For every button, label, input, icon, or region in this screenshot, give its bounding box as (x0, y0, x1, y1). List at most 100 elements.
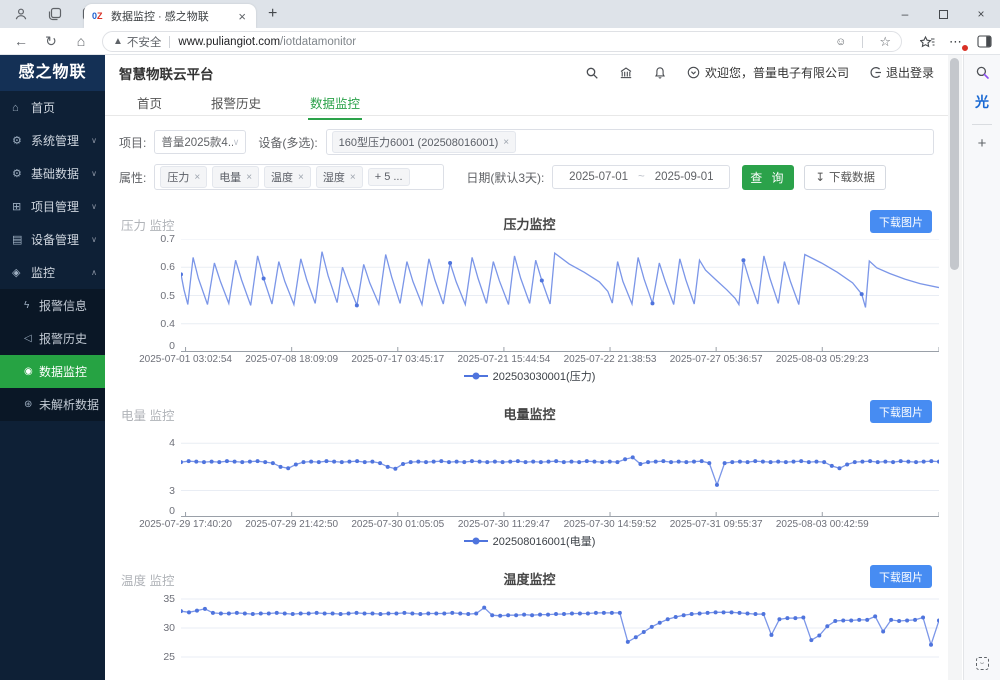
remove-tag-icon[interactable]: × (194, 172, 200, 183)
attribute-label: 属性: (119, 169, 146, 186)
date-start[interactable]: 2025-07-01 (569, 171, 628, 183)
profile-icon[interactable] (8, 3, 34, 25)
sidebar-item-system-management[interactable]: ⚙ 系统管理 ∨ (0, 124, 105, 157)
chart-block-3: 温度 监控温度监控下载图片35302520 (119, 564, 940, 680)
project-select[interactable]: 普量2025款4... ∨ (154, 130, 246, 154)
chart-plot[interactable]: 430 (181, 429, 940, 517)
gear-icon: ⚙ (12, 134, 28, 147)
tab-alarm-history[interactable]: 报警历史 (209, 90, 263, 118)
x-axis-label: 2025-07-30 11:29:47 (458, 519, 550, 530)
bell-icon[interactable] (653, 66, 667, 80)
home-button[interactable]: ⌂ (66, 33, 96, 49)
remove-tag-icon[interactable]: × (298, 172, 304, 183)
window-maximize-button[interactable] (924, 0, 962, 28)
browser-tab[interactable]: 0Z 数据监控 · 感之物联 × (84, 4, 256, 28)
date-label: 日期(默认3天): (466, 169, 544, 186)
x-axis-label: 2025-07-30 01:05:05 (351, 519, 444, 530)
enterprise-icon[interactable] (619, 66, 633, 80)
attribute-more-tag[interactable]: + 5 ... (368, 168, 410, 186)
tab-data-monitoring[interactable]: 数据监控 (308, 90, 362, 120)
main-content: 智慧物联云平台 欢迎您，普量电子有限公司 退出登录 首页 报警历史 数据监控 (105, 55, 948, 680)
x-axis-label: 2025-07-29 17:40:20 (139, 519, 232, 530)
chart-legend[interactable]: 202503030001(压力) (119, 367, 940, 385)
chevron-down-icon: ∨ (91, 136, 97, 145)
tag-icon: ◈ (12, 266, 28, 279)
logout-button[interactable]: 退出登录 (869, 64, 934, 81)
tab-close-icon[interactable]: × (236, 9, 248, 24)
chevron-down-icon: ∨ (91, 169, 97, 178)
remove-tag-icon[interactable]: × (246, 172, 252, 183)
query-button[interactable]: 查 询 (742, 165, 794, 190)
date-range-input[interactable]: 2025-07-01 ~ 2025-09-01 (552, 165, 730, 189)
rail-add-icon[interactable]: + (978, 135, 987, 152)
account-chevron-icon (687, 66, 700, 79)
attribute-tag: 压力× (160, 166, 207, 188)
sidebar-item-data-monitoring[interactable]: ◉ 数据监控 (0, 355, 105, 388)
x-axis-label: 2025-07-17 03:45:17 (351, 354, 444, 365)
y-axis-label: 0.4 (125, 318, 175, 330)
attribute-multiselect[interactable]: 压力×电量×温度×湿度×+ 5 ... (154, 164, 444, 190)
back-button[interactable]: ← (6, 33, 36, 49)
rail-search-icon[interactable] (975, 65, 990, 80)
workspaces-icon[interactable] (42, 3, 68, 25)
chart-legend[interactable]: 202508016001(电量) (119, 532, 940, 550)
x-axis-label: 2025-07-31 09:55:37 (670, 519, 763, 530)
page-scrollbar[interactable] (948, 55, 962, 680)
sidebar-item-alarm-info[interactable]: ϟ 报警信息 (0, 289, 105, 322)
collections-icon[interactable] (920, 35, 935, 49)
sidebar-item-device-management[interactable]: ▤ 设备管理 ∨ (0, 223, 105, 256)
attribute-tag: 湿度× (316, 166, 363, 188)
refresh-button[interactable]: ↻ (36, 33, 66, 50)
chart-block-1: 压力 监控压力监控下载图片0.70.60.50.402025-07-01 03:… (119, 209, 940, 385)
device-multiselect[interactable]: 160型压力6001 (202508016001) × (326, 129, 934, 155)
remove-tag-icon[interactable]: × (350, 172, 356, 183)
search-icon[interactable] (585, 66, 599, 80)
sidebar-item-monitoring[interactable]: ◈ 监控 ∧ (0, 256, 105, 289)
date-end[interactable]: 2025-09-01 (655, 171, 714, 183)
sidebar-item-alarm-history[interactable]: ◁ 报警历史 (0, 322, 105, 355)
remove-tag-icon[interactable]: × (503, 137, 509, 148)
scrollbar-thumb[interactable] (950, 58, 959, 270)
download-data-button[interactable]: ↧ 下载数据 (804, 165, 886, 190)
screenshot-icon[interactable]: ⌣ (976, 657, 989, 670)
chevron-up-icon: ∧ (91, 268, 97, 277)
browser-menu-icon[interactable]: ⋯ (949, 34, 963, 50)
tab-title: 数据监控 · 感之物联 (111, 8, 236, 24)
sidebar-item-basic-data[interactable]: ⚙ 基础数据 ∨ (0, 157, 105, 190)
url-host: www.puliangiot.com (178, 36, 280, 48)
window-close-button[interactable]: × (962, 0, 1000, 28)
account-menu[interactable]: 欢迎您，普量电子有限公司 (687, 64, 849, 81)
grid-icon: ⊞ (12, 200, 28, 213)
feedback-icon[interactable]: ☺ (835, 36, 846, 48)
favorite-star-icon[interactable]: ☆ (879, 34, 891, 50)
legend-label: 202503030001(压力) (493, 368, 596, 384)
chart-plot[interactable]: 0.70.60.50.40 (181, 239, 940, 352)
security-label[interactable]: 不安全 (127, 34, 162, 50)
tab-home[interactable]: 首页 (135, 90, 164, 118)
chart-title: 温度监控 (119, 569, 940, 588)
page-title: 智慧物联云平台 (119, 63, 214, 83)
chart-plot[interactable]: 35302520 (181, 594, 940, 680)
shield-icon: ◉ (24, 366, 39, 377)
x-axis-label: 2025-07-30 14:59:52 (564, 519, 657, 530)
new-tab-button[interactable]: + (268, 5, 277, 23)
y-axis-label: 0.6 (125, 261, 175, 273)
chart-title: 电量监控 (119, 404, 940, 423)
address-bar[interactable]: ▲ 不安全 www.puliangiot.com/iotdatamonitor … (102, 31, 902, 52)
device-tag: 160型压力6001 (202508016001) × (332, 131, 516, 153)
sidebar-item-project-management[interactable]: ⊞ 项目管理 ∨ (0, 190, 105, 223)
y-axis-label: 0.7 (125, 233, 175, 245)
browser-titlebar: 0Z 数据监控 · 感之物联 × + – × (0, 0, 1000, 28)
window-minimize-button[interactable]: – (886, 0, 924, 28)
edge-app-icon[interactable]: 光 (975, 92, 989, 112)
download-image-button[interactable]: 下载图片 (870, 565, 932, 588)
x-axis-label: 2025-07-22 21:38:53 (564, 354, 657, 365)
sidebar-item-home[interactable]: ⌂ 首页 (0, 91, 105, 124)
y-axis-label: 4 (125, 437, 175, 449)
split-screen-icon[interactable] (977, 35, 992, 48)
x-axis-labels: 2025-07-01 03:02:542025-07-08 18:09:0920… (181, 352, 940, 367)
sidebar-item-unparsed-data[interactable]: ⊛ 未解析数据 (0, 388, 105, 421)
download-image-button[interactable]: 下载图片 (870, 210, 932, 233)
download-image-button[interactable]: 下载图片 (870, 400, 932, 423)
page-tab-bar: 首页 报警历史 数据监控 (105, 90, 948, 116)
